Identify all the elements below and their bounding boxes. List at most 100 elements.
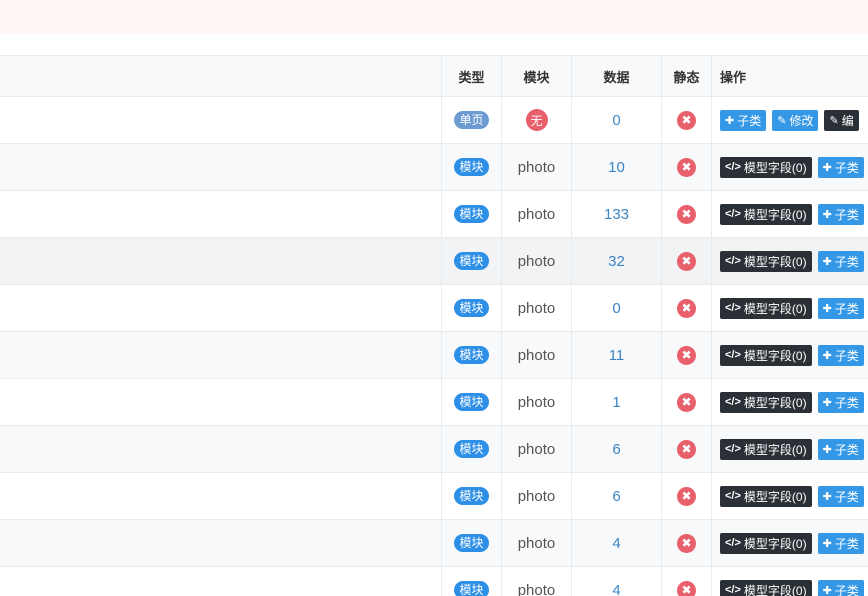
data-count-link[interactable]: 6 — [612, 441, 620, 458]
type-badge: 模块 — [454, 346, 489, 364]
close-icon[interactable]: ✖ — [677, 204, 696, 224]
table-row: 模块 photo 32 ✖ </> 模型字段(0) ✚ 子类 — [0, 237, 868, 284]
type-badge: 模块 — [454, 440, 489, 458]
col-static-header: 静态 — [661, 56, 711, 96]
data-count-link[interactable]: 0 — [612, 300, 620, 317]
table-row: 模块 photo 4 ✖ </> 模型字段(0) ✚ 子类 — [0, 519, 868, 566]
table-row: 模块 photo 11 ✖ </> 模型字段(0) ✚ 子类 — [0, 331, 868, 378]
code-icon: </> — [725, 537, 741, 549]
add-subcategory-button[interactable]: ✚ 子类 — [817, 156, 864, 178]
model-fields-button[interactable]: </> 模型字段(0) — [720, 250, 812, 272]
type-badge: 模块 — [454, 534, 489, 552]
edit-button[interactable]: ✎ 修改 — [772, 109, 819, 131]
type-cell: 模块 — [441, 379, 501, 425]
close-icon[interactable]: ✖ — [677, 392, 696, 412]
module-cell: photo — [501, 520, 571, 566]
close-icon[interactable]: ✖ — [677, 157, 696, 177]
code-icon: </> — [725, 349, 741, 361]
close-icon[interactable]: ✖ — [677, 533, 696, 553]
static-cell: ✖ — [661, 520, 711, 566]
data-count-link[interactable]: 0 — [612, 112, 620, 129]
ops-cell: </> 模型字段(0) ✚ 子类 — [711, 520, 868, 566]
col-module-label: 模块 — [523, 69, 550, 85]
plus-icon: ✚ — [822, 208, 832, 221]
model-fields-button[interactable]: </> 模型字段(0) — [720, 391, 812, 413]
close-icon[interactable]: ✖ — [677, 486, 696, 506]
data-cell: 6 — [571, 426, 661, 472]
table-row: 模块 photo 6 ✖ </> 模型字段(0) ✚ 子类 — [0, 472, 868, 519]
data-count-link[interactable]: 11 — [609, 347, 625, 364]
data-count-link[interactable]: 6 — [612, 488, 620, 505]
type-badge: 模块 — [454, 205, 489, 223]
static-cell: ✖ — [661, 379, 711, 425]
button-label: 模型字段(0) — [743, 207, 807, 222]
type-badge: 模块 — [454, 487, 489, 505]
button-label: 子类 — [834, 442, 859, 457]
model-fields-button[interactable]: </> 模型字段(0) — [720, 344, 812, 366]
model-fields-button[interactable]: </> 模型字段(0) — [720, 438, 812, 460]
col-type-label: 类型 — [458, 69, 485, 85]
data-count-link[interactable]: 32 — [608, 253, 625, 270]
data-cell: 11 — [571, 332, 661, 378]
button-label: 子类 — [737, 113, 762, 128]
add-subcategory-button[interactable]: ✚ 子类 — [817, 297, 864, 319]
ops-cell: </> 模型字段(0) ✚ 子类 — [711, 238, 868, 284]
type-badge: 模块 — [454, 581, 489, 596]
model-fields-button[interactable]: </> 模型字段(0) — [720, 203, 812, 225]
module-name: photo — [517, 158, 556, 176]
ops-cell: </> 模型字段(0) ✚ 子类 — [711, 191, 868, 237]
button-label: 模型字段(0) — [743, 536, 807, 551]
code-icon: </> — [725, 255, 741, 267]
close-icon[interactable]: ✖ — [677, 110, 696, 130]
button-label: 子类 — [834, 583, 859, 596]
data-count-link[interactable]: 133 — [604, 206, 629, 223]
close-icon[interactable]: ✖ — [677, 298, 696, 318]
button-label: 编 — [841, 113, 854, 128]
data-cell: 133 — [571, 191, 661, 237]
data-count-link[interactable]: 4 — [612, 535, 620, 552]
plus-icon: ✚ — [822, 537, 832, 550]
button-label: 模型字段(0) — [743, 395, 807, 410]
static-cell: ✖ — [661, 332, 711, 378]
add-subcategory-button[interactable]: ✚ 子类 — [720, 109, 767, 131]
data-cell: 4 — [571, 520, 661, 566]
add-subcategory-button[interactable]: ✚ 子类 — [817, 203, 864, 225]
button-label: 子类 — [834, 395, 859, 410]
model-fields-button[interactable]: </> 模型字段(0) — [720, 579, 812, 596]
module-name: photo — [517, 299, 556, 317]
data-count-link[interactable]: 10 — [608, 159, 625, 176]
module-name: photo — [517, 252, 556, 270]
model-fields-button[interactable]: </> 模型字段(0) — [720, 485, 812, 507]
model-fields-button[interactable]: </> 模型字段(0) — [720, 156, 812, 178]
ops-cell: </> 模型字段(0) ✚ 子类 — [711, 332, 868, 378]
static-cell: ✖ — [661, 144, 711, 190]
add-subcategory-button[interactable]: ✚ 子类 — [817, 579, 864, 596]
module-cell: photo — [501, 285, 571, 331]
add-subcategory-button[interactable]: ✚ 子类 — [817, 391, 864, 413]
module-cell: photo — [501, 473, 571, 519]
add-subcategory-button[interactable]: ✚ 子类 — [817, 485, 864, 507]
model-fields-button[interactable]: </> 模型字段(0) — [720, 297, 812, 319]
add-subcategory-button[interactable]: ✚ 子类 — [817, 438, 864, 460]
data-count-link[interactable]: 4 — [612, 582, 620, 596]
button-label: 子类 — [834, 207, 859, 222]
data-count-link[interactable]: 1 — [612, 394, 620, 411]
close-icon[interactable]: ✖ — [677, 439, 696, 459]
ops-cell: </> 模型字段(0) ✚ 子类 — [711, 426, 868, 472]
add-subcategory-button[interactable]: ✚ 子类 — [817, 344, 864, 366]
data-cell: 0 — [571, 285, 661, 331]
close-icon[interactable]: ✖ — [677, 580, 696, 596]
plus-icon: ✚ — [725, 114, 735, 127]
type-cell: 模块 — [441, 567, 501, 596]
add-subcategory-button[interactable]: ✚ 子类 — [817, 250, 864, 272]
button-label: 模型字段(0) — [743, 254, 807, 269]
table-row: 模块 photo 4 ✖ </> 模型字段(0) ✚ 子类 — [0, 566, 868, 596]
model-fields-button[interactable]: </> 模型字段(0) — [720, 532, 812, 554]
add-subcategory-button[interactable]: ✚ 子类 — [817, 532, 864, 554]
close-icon[interactable]: ✖ — [677, 251, 696, 271]
button-label: 子类 — [834, 536, 859, 551]
code-icon: </> — [725, 302, 741, 314]
module-cell: photo — [501, 332, 571, 378]
edit-content-button[interactable]: ✎ 编 — [824, 109, 859, 131]
close-icon[interactable]: ✖ — [677, 345, 696, 365]
